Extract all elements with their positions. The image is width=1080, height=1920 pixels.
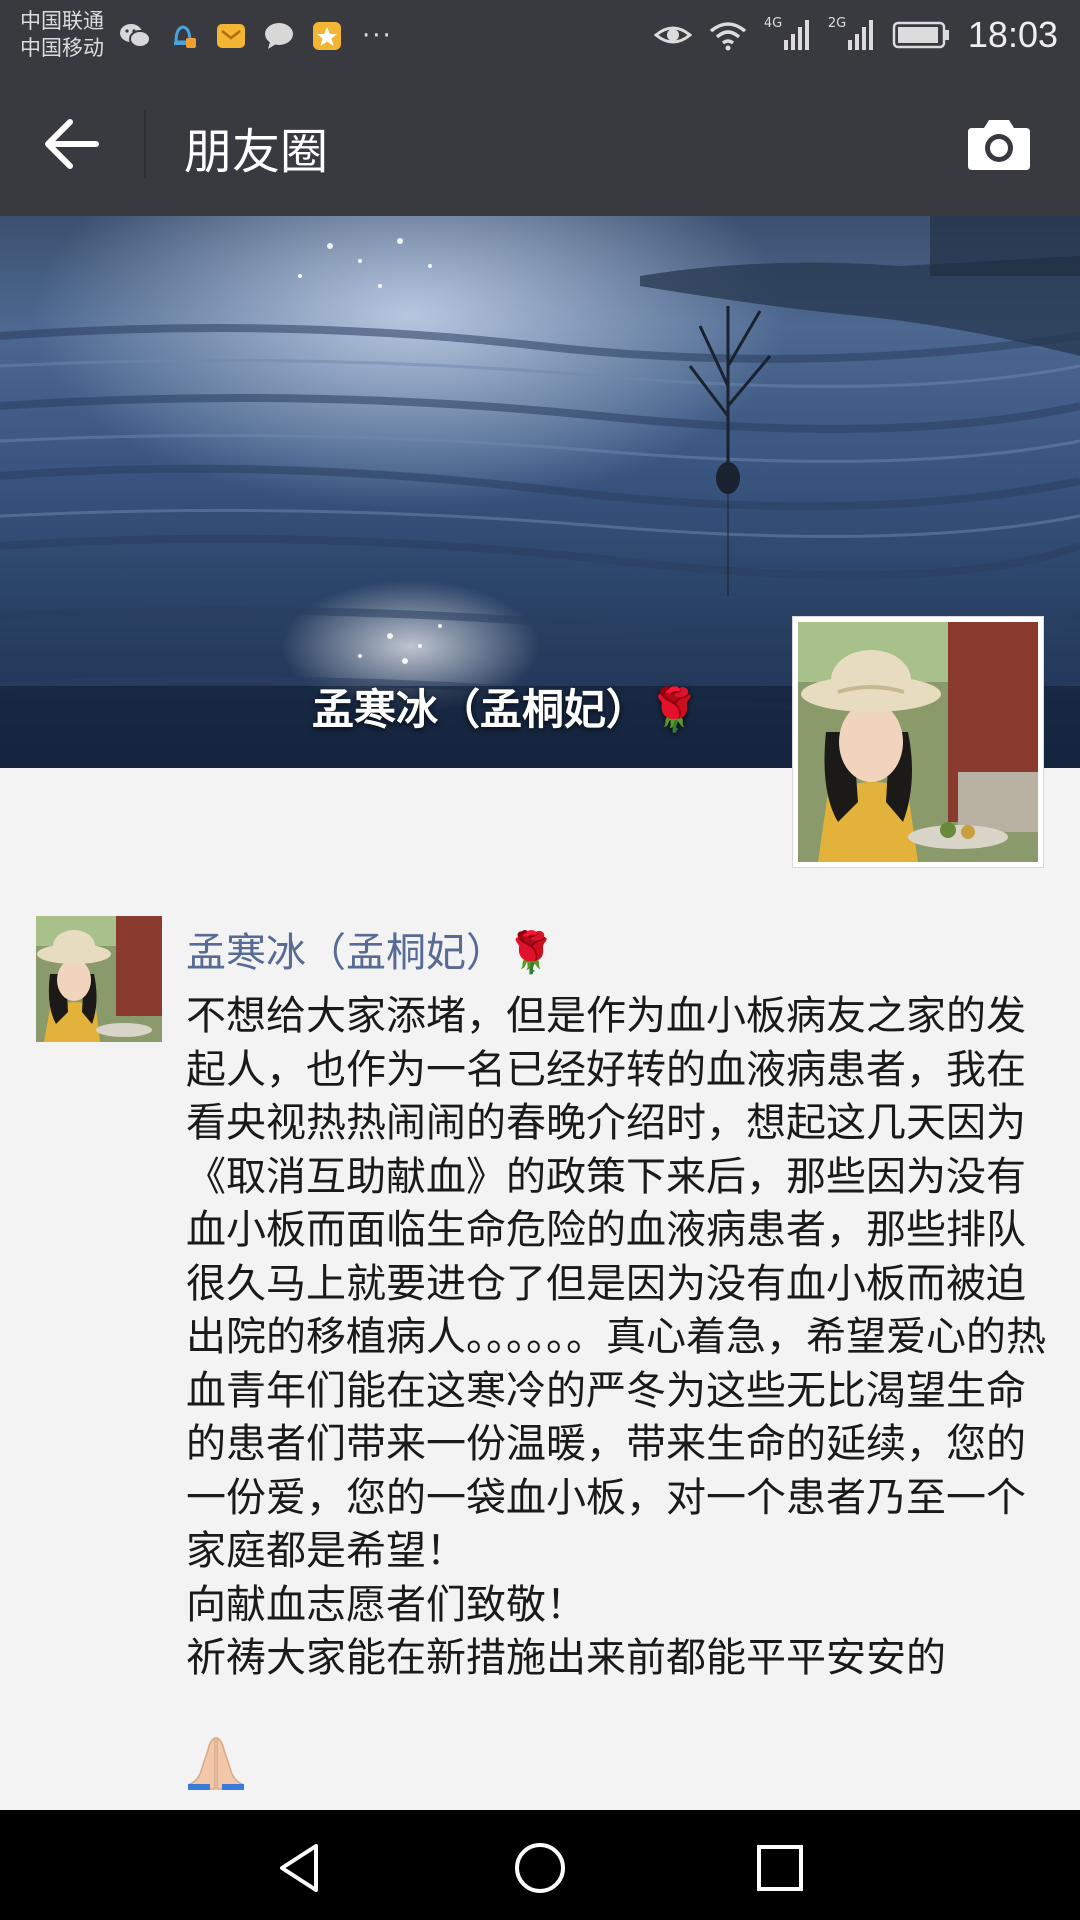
clock: 18:03 [967, 14, 1058, 55]
more-notifications: ··· [362, 21, 393, 51]
profile-avatar-large[interactable] [792, 616, 1044, 868]
carrier-1: 中国联通 [20, 9, 104, 33]
qq-bell-icon [174, 25, 196, 48]
notification-icons: ··· [118, 20, 393, 52]
post-text: 不想给大家添堵，但是作为血小板病友之家的发起人，也作为一名已经好转的血液病患者，… [186, 993, 1046, 1681]
mail-icon [217, 24, 245, 48]
page-title: 朋友圈 [184, 124, 329, 180]
circle-home-icon[interactable] [512, 1840, 568, 1896]
profile-photo [798, 622, 1038, 862]
square-recents-icon[interactable] [752, 1840, 808, 1896]
camera-icon[interactable] [964, 116, 1034, 172]
system-nav-bar [0, 1810, 1080, 1920]
title-bar: 朋友圈 [0, 72, 1080, 216]
triangle-back-icon[interactable] [272, 1840, 328, 1896]
arrow-left-icon[interactable] [40, 116, 104, 172]
signal-2g: 2G [827, 16, 876, 52]
star-app-icon [313, 22, 341, 50]
avatar-photo [36, 916, 162, 1042]
cover-display-name: 孟寒冰（孟桐妃）🌹 [312, 685, 701, 734]
post-author-name[interactable]: 孟寒冰（孟桐妃）🌹 [186, 920, 556, 978]
carrier-info: 中国联通 中国移动 [20, 8, 104, 62]
wechat-icon [120, 24, 151, 48]
wifi-icon [709, 22, 747, 51]
message-icon [265, 23, 293, 49]
title-divider [144, 110, 146, 178]
praying-hands-icon [188, 1736, 244, 1790]
signal-4g: 4G [763, 16, 812, 52]
network-type-1: 4G [763, 16, 783, 31]
carrier-2: 中国移动 [20, 36, 104, 60]
status-icons-right: 4G 2G 18:03 [653, 14, 1058, 56]
post-author-avatar[interactable] [36, 916, 162, 1042]
network-type-2: 2G [827, 16, 847, 31]
eye-icon [653, 26, 692, 44]
battery-icon [892, 21, 949, 49]
status-bar: 中国联通 中国移动 ··· 4G 2G 18:03 [0, 0, 1080, 72]
